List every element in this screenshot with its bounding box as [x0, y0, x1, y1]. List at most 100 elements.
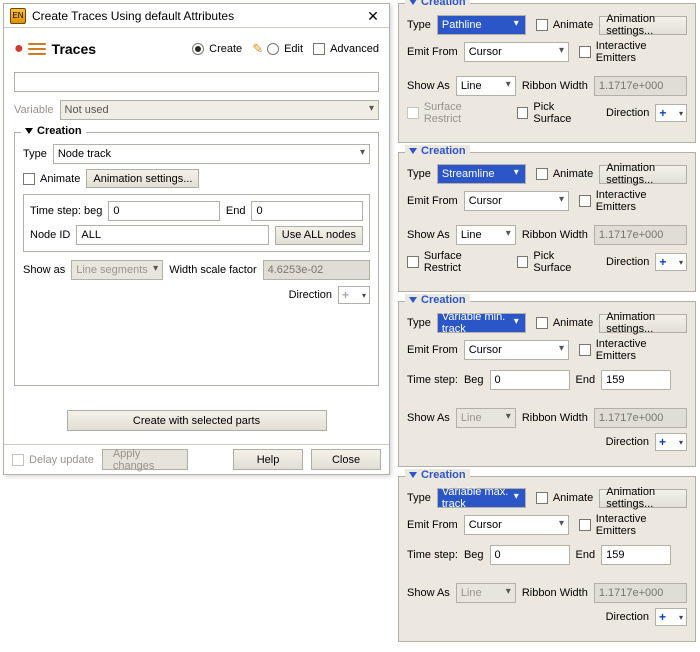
type-select[interactable]: Node track [53, 144, 370, 164]
show-as-label: Show As [407, 587, 450, 599]
nodeid-input[interactable] [76, 225, 268, 245]
beg-input[interactable] [490, 370, 570, 390]
checkbox-icon [536, 317, 548, 329]
end-label: End [576, 549, 596, 561]
type-select[interactable]: Streamline [437, 164, 526, 184]
animation-settings-button[interactable]: Animation settings... [599, 165, 687, 184]
create-with-parts-button[interactable]: Create with selected parts [67, 410, 327, 431]
direction-label: Direction [289, 289, 332, 301]
direction-label: Direction [606, 256, 649, 268]
checkbox-icon [579, 519, 591, 531]
ribbon-width-input [594, 76, 687, 96]
timestep-beg-input[interactable] [108, 201, 220, 221]
end-input[interactable] [601, 545, 671, 565]
interactive-emitters-checkbox[interactable]: Interactive Emitters [579, 40, 687, 64]
checkbox-icon [407, 256, 419, 268]
traces-header: ● Traces Create ✎ Edit Advanced [14, 34, 379, 64]
interactive-emitters-checkbox[interactable]: Interactive Emitters [579, 338, 687, 362]
direction-label: Direction [606, 611, 649, 623]
show-as-label: Show As [407, 229, 450, 241]
chevron-down-icon [409, 0, 417, 5]
checkbox-icon [536, 168, 548, 180]
checkbox-icon [12, 454, 24, 466]
animate-checkbox[interactable]: Animate [536, 317, 593, 329]
animate-checkbox[interactable]: Animate [536, 492, 593, 504]
emit-from-select[interactable]: Cursor [464, 42, 569, 62]
variable-label: Variable [14, 104, 54, 116]
beg-label: Beg [464, 374, 484, 386]
emit-from-select[interactable]: Cursor [464, 515, 569, 535]
checkbox-icon [407, 107, 419, 119]
timestep-end-input[interactable] [251, 201, 363, 221]
help-button[interactable]: Help [233, 449, 303, 470]
type-label: Type [407, 492, 431, 504]
ribbon-width-label: Ribbon Width [522, 412, 588, 424]
close-button[interactable]: Close [311, 449, 381, 470]
type-select[interactable]: Pathline [437, 15, 526, 35]
pencil-icon: ✎ [252, 41, 263, 57]
surface-restrict-checkbox[interactable]: Surface Restrict [407, 101, 501, 125]
emit-from-select[interactable]: Cursor [464, 340, 569, 360]
mode-create-radio[interactable]: Create [192, 43, 242, 55]
name-input[interactable] [14, 72, 379, 92]
direction-select[interactable]: +▾ [655, 433, 687, 451]
width-scale-label: Width scale factor [169, 264, 256, 276]
traces-label: Traces [52, 41, 182, 57]
direction-select[interactable]: +▾ [655, 253, 687, 271]
timestep-label: Time step: [407, 549, 458, 561]
close-icon[interactable]: ✕ [363, 8, 383, 24]
show-as-select[interactable]: Line [456, 76, 516, 96]
type-select[interactable]: Variable max. track [437, 488, 526, 508]
direction-select: +▾ [338, 286, 370, 304]
timestep-label: Time step: [407, 374, 458, 386]
type-select[interactable]: Variable min. track [437, 313, 526, 333]
creation-legend[interactable]: Creation [405, 0, 470, 8]
creation-legend[interactable]: Creation [21, 125, 86, 137]
delay-update-checkbox[interactable]: Delay update [12, 454, 94, 466]
variable-select[interactable]: Not used [60, 100, 379, 120]
interactive-emitters-checkbox[interactable]: Interactive Emitters [579, 513, 687, 537]
creation-legend[interactable]: Creation [405, 145, 470, 157]
creation-legend[interactable]: Creation [405, 294, 470, 306]
width-scale-input [263, 260, 370, 280]
animation-settings-button[interactable]: Animation settings... [599, 489, 687, 508]
creation-panel-streamline: Creation Type Streamline Animate Animati… [398, 152, 696, 292]
checkbox-icon [536, 19, 548, 31]
mode-edit-radio[interactable]: Edit [267, 43, 303, 55]
surface-restrict-checkbox[interactable]: Surface Restrict [407, 250, 501, 274]
interactive-emitters-checkbox[interactable]: Interactive Emitters [579, 189, 687, 213]
checkbox-icon [579, 344, 591, 356]
ribbon-width-label: Ribbon Width [522, 80, 588, 92]
checkbox-icon [517, 256, 529, 268]
animate-checkbox[interactable]: Animate [536, 168, 593, 180]
chevron-down-icon [409, 148, 417, 154]
pick-surface-checkbox[interactable]: Pick Surface [517, 250, 594, 274]
app-icon: EN [10, 8, 26, 24]
traces-dialog: EN Create Traces Using default Attribute… [3, 3, 390, 475]
type-label: Type [407, 168, 431, 180]
animation-settings-button[interactable]: Animation settings... [599, 16, 687, 35]
creation-panel-varmax: Creation Type Variable max. track Animat… [398, 476, 696, 642]
use-all-nodes-button[interactable]: Use ALL nodes [275, 226, 363, 245]
creation-fieldset: Creation Type Node track Animate Animati… [14, 132, 379, 386]
pick-surface-checkbox[interactable]: Pick Surface [517, 101, 594, 125]
timestep-beg-label: Time step: beg [30, 205, 102, 217]
beg-label: Beg [464, 549, 484, 561]
beg-input[interactable] [490, 545, 570, 565]
advanced-checkbox[interactable]: Advanced [313, 43, 379, 55]
dialog-body: ● Traces Create ✎ Edit Advanced Variable… [4, 28, 389, 442]
radio-icon [267, 43, 279, 55]
animate-checkbox[interactable]: Animate [23, 173, 80, 185]
emit-from-select[interactable]: Cursor [464, 191, 569, 211]
animation-settings-button[interactable]: Animation settings... [86, 169, 199, 188]
animate-checkbox[interactable]: Animate [536, 19, 593, 31]
show-as-select[interactable]: Line [456, 225, 516, 245]
show-as-select: Line segments [71, 260, 163, 280]
animation-settings-button[interactable]: Animation settings... [599, 314, 687, 333]
direction-select[interactable]: +▾ [655, 104, 687, 122]
direction-select[interactable]: +▾ [655, 608, 687, 626]
creation-legend[interactable]: Creation [405, 469, 470, 481]
end-input[interactable] [601, 370, 671, 390]
apply-changes-button[interactable]: Apply changes [102, 449, 188, 470]
window-title: Create Traces Using default Attributes [32, 9, 363, 23]
